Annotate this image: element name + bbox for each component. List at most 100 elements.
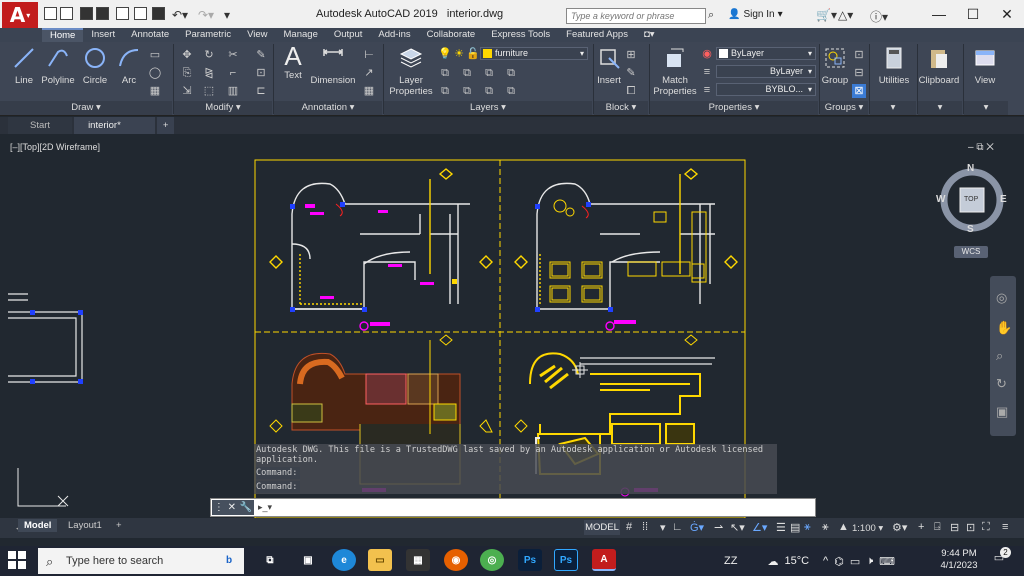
close-icon[interactable]: ✕ bbox=[228, 502, 236, 513]
application-menu-button[interactable]: A bbox=[2, 2, 38, 28]
steering-wheel-icon[interactable]: ◎ bbox=[996, 290, 1007, 306]
zoom-extents-icon[interactable]: ⌕ bbox=[996, 348, 1003, 364]
fillet-icon[interactable]: ⌐ bbox=[226, 66, 240, 80]
open-web-icon[interactable] bbox=[116, 7, 129, 20]
tab-add-ins[interactable]: Add-ins bbox=[370, 28, 418, 42]
layer-lock-icon[interactable]: 🔓 bbox=[466, 47, 480, 61]
annotation-visibility-icon[interactable]: ⚹ bbox=[804, 521, 811, 534]
layout1-tab[interactable]: Layout1 bbox=[62, 519, 108, 532]
create-block-icon[interactable]: ⊞ bbox=[624, 48, 638, 62]
layer-dropdown[interactable]: furniture bbox=[480, 47, 588, 60]
transparency-icon[interactable]: ▤ bbox=[790, 521, 800, 534]
start-tab[interactable]: Start bbox=[8, 117, 73, 134]
edit-block-icon[interactable]: ✎ bbox=[624, 66, 638, 80]
auto-scale-icon[interactable]: ⚹ bbox=[822, 521, 829, 534]
widgets-icon[interactable]: ▣ bbox=[296, 549, 320, 571]
utilities-button[interactable]: Utilities bbox=[874, 46, 914, 86]
osnap-tracking-icon[interactable]: ↖▾ bbox=[730, 521, 745, 534]
view-button[interactable]: View bbox=[964, 46, 1006, 86]
compass-east[interactable]: E bbox=[1000, 194, 1007, 205]
model-tab[interactable]: Model bbox=[18, 519, 58, 532]
utilities-panel-title[interactable]: ▾ bbox=[870, 101, 916, 115]
photoshop-icon-2[interactable]: Ps bbox=[554, 549, 578, 571]
line-button[interactable]: Line bbox=[8, 46, 40, 86]
grid-icon[interactable]: # bbox=[626, 521, 632, 533]
help-icon[interactable]: ⓘ▾ bbox=[870, 8, 888, 25]
layer-off-icon[interactable]: ⧉ bbox=[504, 66, 518, 80]
group-selection-icon[interactable]: ⊠ bbox=[852, 84, 866, 98]
layer-isolate-icon[interactable]: ⧉ bbox=[438, 66, 452, 80]
stretch-icon[interactable]: ⇲ bbox=[180, 84, 194, 98]
workspace-gear-icon[interactable]: ⚙▾ bbox=[892, 521, 907, 534]
ellipse-icon[interactable]: ◯ bbox=[148, 66, 162, 80]
isodraft-icon[interactable]: ⇀ bbox=[714, 521, 723, 534]
undo-icon[interactable]: ↶▾ bbox=[172, 8, 188, 22]
trim-icon[interactable]: ✂ bbox=[226, 48, 240, 62]
tab-manage[interactable]: Manage bbox=[276, 28, 326, 42]
autodesk-app-store-icon[interactable]: 🛒▾ bbox=[816, 8, 837, 22]
properties-panel-title[interactable]: Properties ▾ bbox=[650, 101, 818, 115]
stay-connected-icon[interactable]: △▾ bbox=[838, 8, 853, 22]
lineweight-dropdown[interactable]: BYBLO... bbox=[716, 83, 816, 96]
draw-panel-title[interactable]: Draw ▾ bbox=[0, 101, 172, 115]
open-file-icon[interactable] bbox=[60, 7, 73, 20]
task-view-icon[interactable]: ⧉ bbox=[258, 549, 282, 571]
clipboard-panel-title[interactable]: ▾ bbox=[918, 101, 962, 115]
new-tab-button[interactable]: + bbox=[156, 117, 175, 134]
new-layout-button[interactable]: + bbox=[110, 519, 128, 532]
edge-icon[interactable]: e bbox=[332, 549, 356, 571]
isolate-objects-icon[interactable]: ⊡ bbox=[966, 521, 975, 534]
offset-icon[interactable]: ⊏ bbox=[254, 84, 268, 98]
store-icon[interactable]: ▦ bbox=[406, 549, 430, 571]
clipboard-button[interactable]: Clipboard bbox=[918, 46, 960, 86]
windows-start-icon[interactable] bbox=[6, 549, 28, 571]
annotation-panel-title[interactable]: Annotation ▾ bbox=[274, 101, 382, 115]
speaker-icon[interactable]: 🕨 bbox=[866, 555, 873, 568]
modify-panel-title[interactable]: Modify ▾ bbox=[174, 101, 272, 115]
chevron-down-icon[interactable]: ▾ bbox=[660, 521, 666, 534]
new-file-icon[interactable] bbox=[44, 7, 57, 20]
tab-output[interactable]: Output bbox=[326, 28, 371, 42]
viewport-window-controls[interactable]: – ⧉ ✕ bbox=[968, 142, 994, 153]
close-icon[interactable]: ✕ bbox=[990, 0, 1024, 28]
rotate-icon[interactable]: ↻ bbox=[202, 48, 216, 62]
osnap-icon[interactable]: ∠▾ bbox=[752, 521, 767, 534]
autocad-taskbar-icon[interactable]: A bbox=[592, 549, 616, 571]
wrench-icon[interactable]: 🔧 bbox=[240, 502, 252, 513]
explode-icon[interactable]: ⊡ bbox=[254, 66, 268, 80]
chevron-up-icon[interactable]: ^ bbox=[823, 555, 828, 567]
firefox-icon[interactable]: ◉ bbox=[444, 549, 468, 571]
tab-home[interactable]: Home bbox=[42, 28, 84, 42]
taskbar-search-input[interactable]: Type here to search bbox=[38, 548, 244, 574]
add-icon[interactable]: + bbox=[918, 521, 924, 533]
file-explorer-icon[interactable]: ▭ bbox=[368, 549, 392, 571]
weather-temperature[interactable]: 15°C bbox=[784, 555, 809, 567]
binoculars-icon[interactable]: ⌕ bbox=[708, 9, 724, 22]
compass-north[interactable]: N bbox=[967, 163, 974, 174]
text-button[interactable]: A Text bbox=[278, 43, 308, 81]
table-icon[interactable]: ▦ bbox=[362, 84, 376, 98]
color-dropdown[interactable]: ByLayer bbox=[716, 47, 816, 60]
model-space-toggle[interactable]: MODEL bbox=[584, 520, 620, 535]
linear-dim-icon[interactable]: ⊢ bbox=[362, 48, 376, 62]
ribbon-toggle-icon[interactable]: ◘▾ bbox=[636, 28, 663, 42]
tab-collaborate[interactable]: Collaborate bbox=[419, 28, 484, 42]
match-properties-button[interactable]: Match Properties bbox=[652, 46, 698, 97]
units-icon[interactable]: ⍈ bbox=[934, 521, 941, 534]
tab-insert[interactable]: Insert bbox=[83, 28, 123, 42]
snap-icon[interactable]: ⁞⁞ bbox=[642, 521, 648, 533]
grip-icon[interactable]: ⋮ bbox=[214, 502, 224, 513]
arc-button[interactable]: Arc bbox=[114, 46, 144, 86]
linetype-dropdown[interactable]: ByLayer bbox=[716, 65, 816, 78]
interior-drawing-tab[interactable]: interior* bbox=[74, 117, 155, 134]
circle-button[interactable]: Circle bbox=[80, 46, 110, 86]
tab-parametric[interactable]: Parametric bbox=[177, 28, 239, 42]
save-web-icon[interactable] bbox=[134, 7, 147, 20]
layer-unisolate-icon[interactable]: ⧉ bbox=[460, 66, 474, 80]
array-icon[interactable]: ▥ bbox=[226, 84, 240, 98]
plot-icon[interactable] bbox=[152, 7, 165, 20]
ime-indicator[interactable]: ZZ bbox=[724, 555, 737, 567]
notification-center-icon[interactable]: ▭ 2 bbox=[990, 547, 1011, 569]
block-panel-title[interactable]: Block ▾ bbox=[594, 101, 648, 115]
showmotion-icon[interactable]: ▣ bbox=[996, 404, 1008, 420]
